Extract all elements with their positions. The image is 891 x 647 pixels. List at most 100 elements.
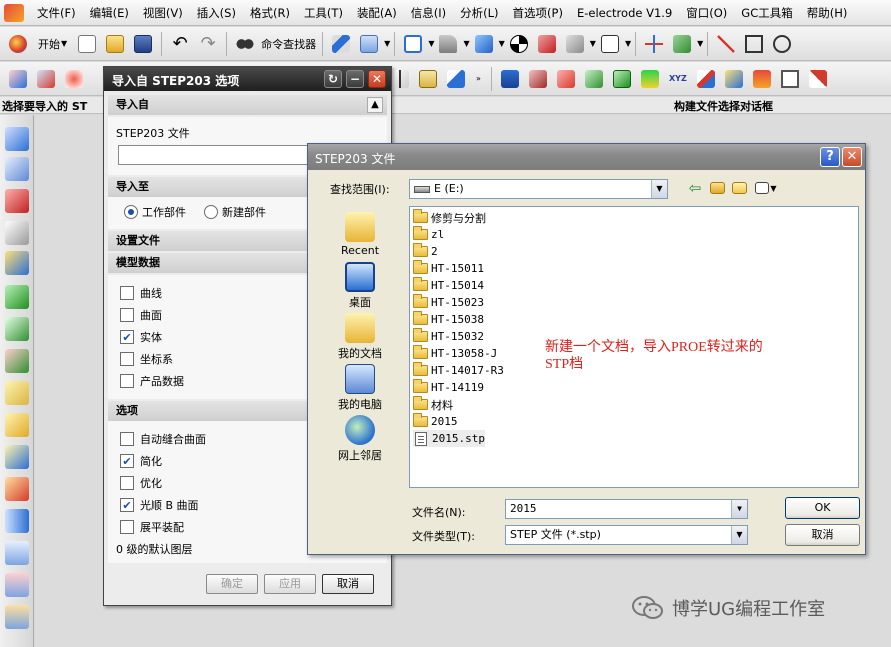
chevron-down-icon[interactable]: ▼ — [625, 39, 631, 48]
electrode-spark-icon[interactable] — [62, 67, 86, 91]
stack-icon[interactable] — [5, 573, 29, 597]
chevron-down-icon[interactable]: ▼ — [384, 39, 390, 48]
web-browser-icon[interactable] — [5, 251, 29, 275]
surface-icon[interactable] — [722, 67, 746, 91]
curves-checkbox[interactable]: 曲线 — [120, 285, 162, 301]
circle-icon[interactable] — [770, 32, 794, 56]
close-button[interactable]: ✕ — [842, 147, 862, 167]
layers-icon[interactable] — [5, 605, 29, 629]
list-item[interactable]: 材料 — [413, 396, 453, 413]
apply-button[interactable]: 应用 — [264, 574, 316, 594]
cancel-button[interactable]: 取消 — [785, 524, 860, 546]
smooth-bsurface-checkbox[interactable]: ✔ 光顺 B 曲面 — [120, 497, 199, 513]
duplicate-icon[interactable] — [778, 67, 802, 91]
place-recent[interactable]: Recent — [322, 212, 398, 257]
pencil-icon[interactable] — [329, 32, 353, 56]
filename-input[interactable]: 2015 ▼ — [505, 499, 748, 519]
blue-flag-icon[interactable] — [498, 67, 522, 91]
list-item[interactable]: HT-15032 — [413, 328, 484, 345]
menu-format[interactable]: 格式(R) — [243, 5, 297, 21]
start-icon[interactable] — [6, 32, 30, 56]
list-item[interactable]: HT-15023 — [413, 294, 484, 311]
process-studio-icon[interactable] — [5, 445, 29, 469]
view-menu-icon[interactable]: ▼ — [753, 178, 779, 198]
ok-button[interactable]: OK — [785, 497, 860, 519]
mirror-body-icon[interactable] — [416, 67, 440, 91]
electrode-design-icon[interactable] — [34, 67, 58, 91]
menu-e-electrode[interactable]: E-electrode V1.9 — [570, 6, 679, 20]
measure-icon[interactable] — [714, 32, 738, 56]
menu-analysis[interactable]: 分析(L) — [453, 5, 505, 21]
undo-icon[interactable]: ↶ — [168, 32, 192, 56]
minimize-button[interactable]: − — [346, 70, 364, 88]
list-item[interactable]: HT-14119 — [413, 379, 484, 396]
menu-assembly[interactable]: 装配(A) — [350, 5, 404, 21]
list-item[interactable]: zl — [413, 226, 444, 243]
list-item[interactable]: 修剪与分割 — [413, 209, 486, 226]
layer-icon[interactable] — [638, 67, 662, 91]
help-button[interactable]: ? — [820, 147, 840, 167]
grey-cube-icon[interactable] — [563, 32, 587, 56]
snap-view-icon[interactable] — [401, 32, 425, 56]
chevron-down-icon[interactable]: ▼ — [731, 526, 747, 544]
chevron-down-icon[interactable]: ▼ — [590, 39, 596, 48]
add-component-icon[interactable] — [5, 285, 29, 309]
list-item[interactable]: 2 — [413, 243, 438, 260]
place-my-computer[interactable]: 我的电脑 — [322, 364, 398, 412]
assembly-navigator-icon[interactable] — [5, 127, 29, 151]
list-item[interactable]: HT-15011 — [413, 260, 484, 277]
command-finder-button[interactable]: 命令查找器 — [259, 32, 318, 56]
menu-preferences[interactable]: 首选项(P) — [506, 5, 570, 21]
work-part-radio[interactable]: 工作部件 — [124, 204, 186, 220]
file-dialog-title-bar[interactable]: STEP203 文件 ? ✕ — [308, 144, 865, 170]
list-item[interactable]: 2015.stp — [413, 430, 485, 447]
place-my-documents[interactable]: 我的文档 — [322, 313, 398, 361]
list-item[interactable]: HT-14017-R3 — [413, 362, 504, 379]
chevron-down-icon[interactable]: ▼ — [428, 39, 434, 48]
place-network[interactable]: 网上邻居 — [322, 415, 398, 463]
chart-icon[interactable] — [694, 67, 718, 91]
red-cube-icon[interactable] — [535, 32, 559, 56]
place-desktop[interactable]: 桌面 — [322, 262, 398, 310]
save-icon[interactable] — [131, 32, 155, 56]
electrode-tool-icon[interactable] — [6, 67, 30, 91]
auto-sew-checkbox[interactable]: 自动缝合曲面 — [120, 431, 206, 447]
offset-face-icon[interactable] — [444, 67, 468, 91]
chevron-down-icon[interactable]: ▼ — [697, 39, 703, 48]
close-button[interactable]: ✕ — [368, 70, 386, 88]
optimize-checkbox[interactable]: 优化 — [120, 475, 162, 491]
menu-file[interactable]: 文件(F) — [30, 5, 83, 21]
menu-gc-toolbox[interactable]: GC工具箱 — [734, 5, 799, 21]
new-part-radio[interactable]: 新建部件 — [204, 204, 266, 220]
cancel-button[interactable]: 取消 — [322, 574, 374, 594]
menu-help[interactable]: 帮助(H) — [800, 5, 855, 21]
manual-icon[interactable] — [5, 509, 29, 533]
history-icon[interactable] — [5, 381, 29, 405]
system-materials-icon[interactable] — [5, 413, 29, 437]
list-item[interactable]: 2015 — [413, 413, 458, 430]
select-filter-icon[interactable] — [357, 32, 381, 56]
list-item[interactable]: HT-13058-J — [413, 345, 497, 362]
look-in-combo[interactable]: E (E:) ▼ — [409, 179, 668, 199]
menu-insert[interactable]: 插入(S) — [190, 5, 243, 21]
chevron-down-icon[interactable]: ▼ — [651, 180, 667, 198]
flatten-assembly-checkbox[interactable]: 展平装配 — [120, 519, 184, 535]
menu-view[interactable]: 视图(V) — [136, 5, 190, 21]
more-tools-icon[interactable]: » — [476, 74, 481, 83]
section-import-from[interactable]: 导入自 ▲ — [108, 95, 387, 115]
move-object-icon[interactable] — [670, 32, 694, 56]
list-item[interactable]: HT-15038 — [413, 311, 484, 328]
red-part-icon[interactable] — [5, 189, 29, 213]
back-arrow-icon[interactable]: ⇦ — [685, 178, 705, 198]
rectangle-icon[interactable] — [742, 32, 766, 56]
simplify-checkbox[interactable]: ✔ 简化 — [120, 453, 162, 469]
dialog-title-bar[interactable]: 导入自 STEP203 选项 ↻ − ✕ — [104, 67, 391, 91]
block-icon[interactable] — [526, 67, 550, 91]
menu-info[interactable]: 信息(I) — [404, 5, 453, 21]
shaded-cube-icon[interactable] — [472, 32, 496, 56]
green-block-icon[interactable] — [582, 67, 606, 91]
background-color-icon[interactable] — [598, 32, 622, 56]
open-folder-icon[interactable] — [103, 32, 127, 56]
reuse-library-icon[interactable] — [5, 221, 29, 245]
grid-block-icon[interactable] — [610, 67, 634, 91]
